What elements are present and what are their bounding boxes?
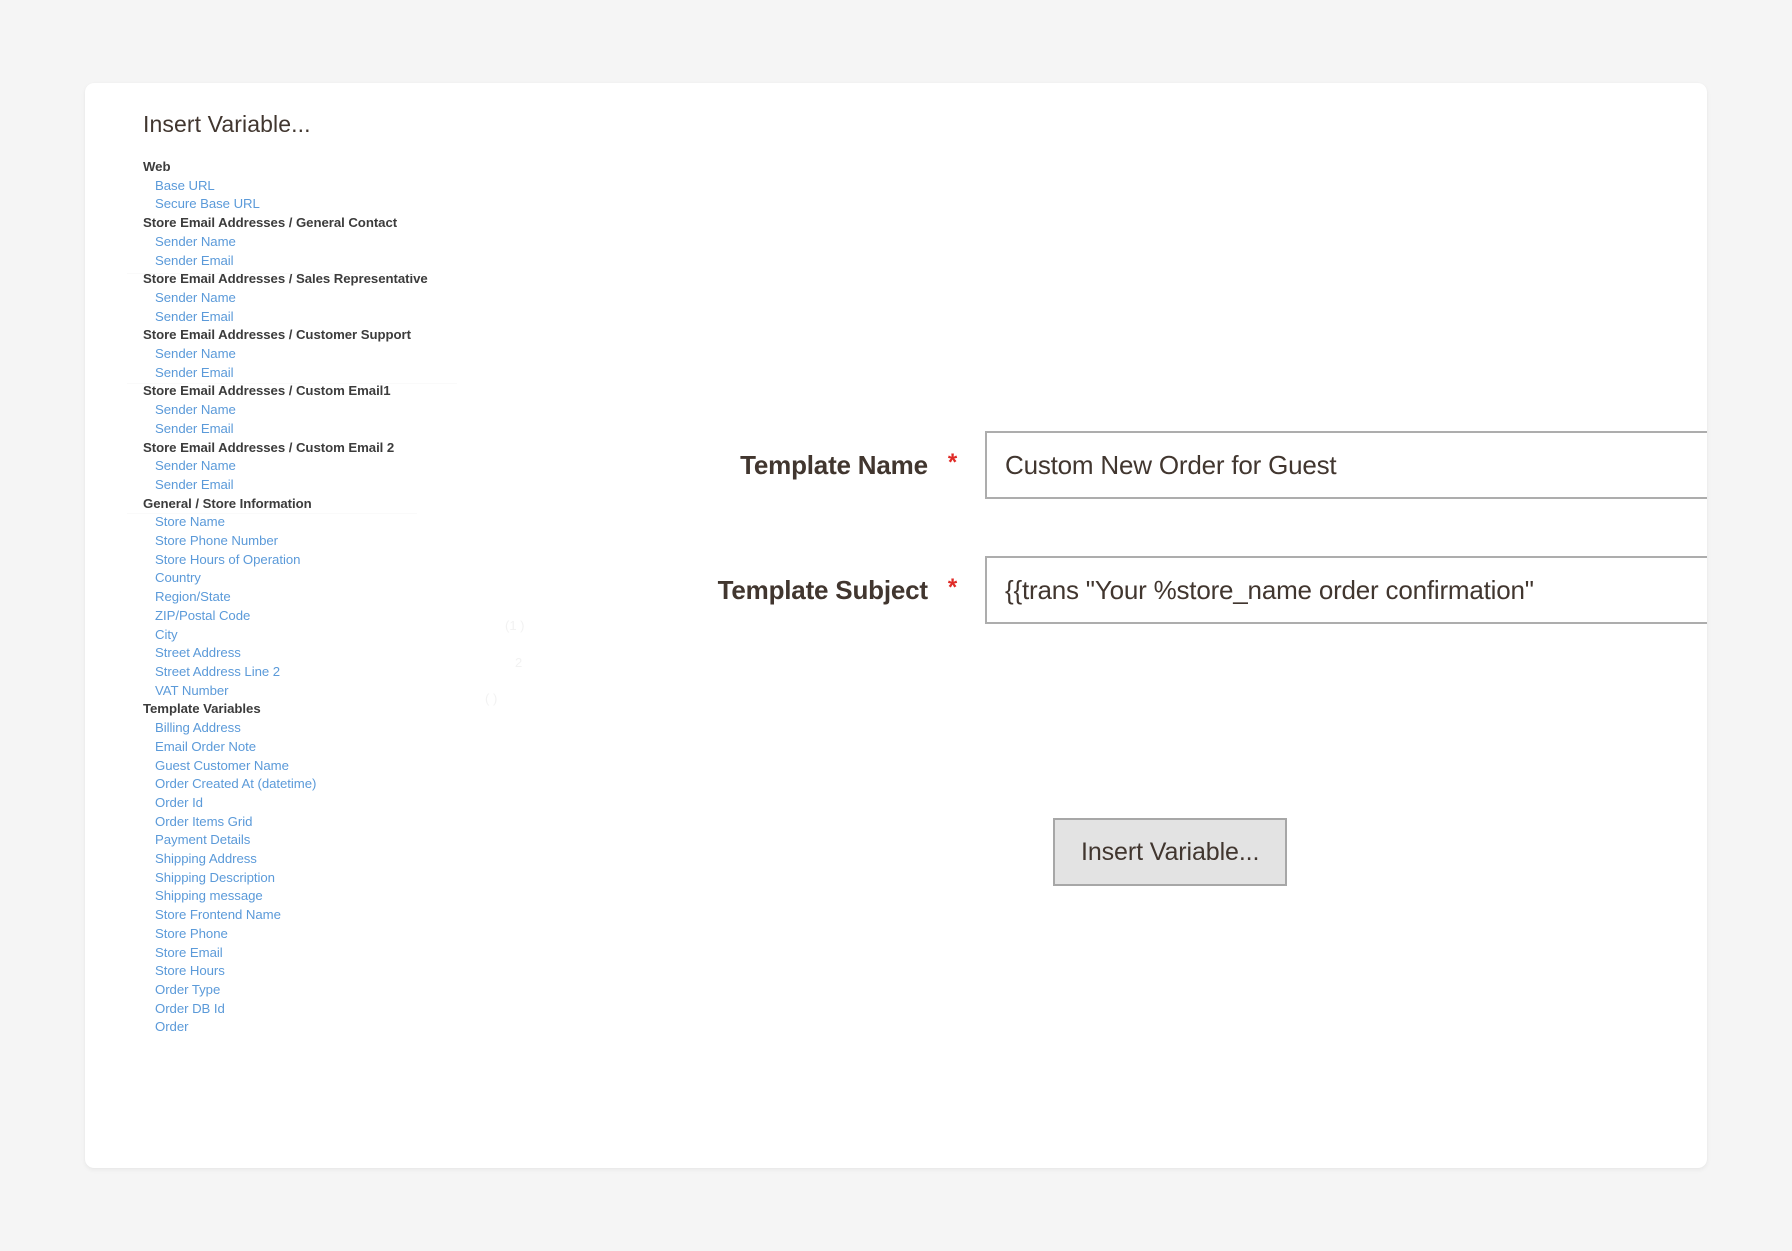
- variable-item[interactable]: Order Id: [143, 794, 645, 813]
- template-subject-label: Template Subject *: [645, 556, 958, 607]
- variable-item[interactable]: ZIP/Postal Code: [143, 607, 645, 626]
- variable-item[interactable]: Shipping Description: [143, 869, 645, 888]
- variable-item[interactable]: Store Phone: [143, 925, 645, 944]
- variable-item[interactable]: Payment Details: [143, 831, 645, 850]
- variable-item[interactable]: Store Email: [143, 944, 645, 963]
- template-name-control: [985, 431, 1707, 499]
- variable-item[interactable]: Country: [143, 569, 645, 588]
- variable-item[interactable]: Store Phone Number: [143, 532, 645, 551]
- variable-item[interactable]: Street Address: [143, 644, 645, 663]
- variable-item[interactable]: Order Type: [143, 981, 645, 1000]
- variable-item[interactable]: Sender Name: [143, 345, 645, 364]
- variable-item[interactable]: Order Created At (datetime): [143, 775, 645, 794]
- template-name-label: Template Name *: [645, 431, 957, 482]
- variable-item[interactable]: Shipping message: [143, 887, 645, 906]
- variable-item[interactable]: Store Name: [143, 513, 645, 532]
- variable-item[interactable]: Sender Name: [143, 401, 645, 420]
- variable-item[interactable]: Store Hours of Operation: [143, 551, 645, 570]
- insert-variable-panel: (1 ) 2 ( ) Insert Variable... Web Base UR…: [85, 83, 645, 1168]
- variable-item[interactable]: Order Items Grid: [143, 813, 645, 832]
- variable-group-label: Web: [143, 159, 171, 174]
- template-form: Template Name * Template Subject * Inser…: [645, 83, 1707, 1168]
- variable-item[interactable]: Sender Email: [143, 420, 645, 439]
- variable-item[interactable]: Shipping Address: [143, 850, 645, 869]
- required-asterisk: *: [947, 449, 957, 476]
- template-subject-control: [985, 556, 1707, 624]
- variable-item[interactable]: Base URL: [143, 177, 645, 196]
- variable-group-label: Template Variables: [143, 701, 261, 717]
- variable-item[interactable]: Sender Email: [143, 476, 645, 495]
- variable-item[interactable]: Sender Email: [143, 308, 645, 327]
- variable-group-label: Store Email Addresses / Custom Email1: [143, 383, 391, 399]
- email-template-card: (1 ) 2 ( ) Insert Variable... Web Base UR…: [85, 83, 1707, 1168]
- variable-item[interactable]: Street Address Line 2: [143, 663, 645, 682]
- variable-item[interactable]: Email Order Note: [143, 738, 645, 757]
- variable-item[interactable]: Sender Name: [143, 457, 645, 476]
- variable-item[interactable]: Store Hours: [143, 962, 645, 981]
- variable-item[interactable]: Sender Name: [143, 289, 645, 308]
- page-root: (1 ) 2 ( ) Insert Variable... Web Base UR…: [0, 0, 1792, 1251]
- variable-item[interactable]: Sender Name: [143, 233, 645, 252]
- variable-item[interactable]: Secure Base URL: [143, 195, 645, 214]
- variable-item[interactable]: VAT Number: [143, 682, 645, 701]
- template-subject-label-text: Template Subject: [717, 575, 928, 605]
- variable-item[interactable]: Order DB Id: [143, 1000, 645, 1019]
- variable-group-label: General / Store Information: [143, 495, 312, 511]
- variable-item[interactable]: City: [143, 626, 645, 645]
- variable-item[interactable]: Sender Email: [143, 364, 645, 383]
- variable-item[interactable]: Order: [143, 1018, 645, 1037]
- variable-item[interactable]: Sender Email: [143, 252, 645, 271]
- variable-group-label: Store Email Addresses / Sales Representa…: [143, 271, 428, 287]
- variable-item[interactable]: Region/State: [143, 588, 645, 607]
- template-name-input[interactable]: [985, 431, 1707, 499]
- variable-item[interactable]: Billing Address: [143, 719, 645, 738]
- variable-group-label: Store Email Addresses / Custom Email 2: [143, 439, 395, 455]
- required-asterisk: *: [947, 574, 957, 601]
- variable-item[interactable]: Guest Customer Name: [143, 757, 645, 776]
- variable-list: Web Base URL Secure Base URL Store Email Ad…: [85, 158, 645, 1037]
- variable-group-label: Store Email Addresses / Customer Support: [143, 327, 411, 343]
- field-row-template-subject: Template Subject *: [645, 556, 1707, 624]
- variable-item[interactable]: Store Frontend Name: [143, 906, 645, 925]
- template-name-label-text: Template Name: [740, 450, 928, 480]
- insert-variable-button[interactable]: Insert Variable...: [1053, 818, 1288, 886]
- panel-title: Insert Variable...: [143, 111, 311, 137]
- variable-group-label: Store Email Addresses / General Contact: [143, 215, 398, 231]
- field-row-template-name: Template Name *: [645, 431, 1707, 499]
- insert-variable-row: Insert Variable...: [1053, 818, 1288, 886]
- template-subject-input[interactable]: [985, 556, 1707, 624]
